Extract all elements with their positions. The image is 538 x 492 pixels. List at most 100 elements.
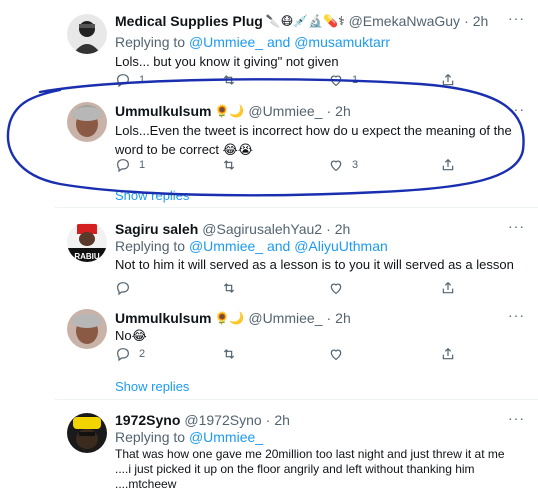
tweet-header: Medical Supplies Plug 🔪😷💉🔬💊⚕ @EmekaNwaGu…	[115, 13, 488, 29]
name-emojis: 🔪😷💉🔬💊⚕	[265, 14, 345, 28]
avatar[interactable]	[67, 309, 107, 349]
and-text: and	[266, 238, 291, 254]
retweet-button[interactable]	[221, 280, 237, 296]
display-name[interactable]: Ummulkulsum	[115, 103, 211, 119]
tweet-header: Ummulkulsum 🌻🌙 @Ummiee_ · 2h	[115, 103, 351, 119]
display-name[interactable]: Medical Supplies Plug	[115, 13, 263, 29]
replying-label: Replying to	[115, 34, 186, 50]
like-button[interactable]	[328, 280, 344, 296]
reply-button[interactable]: 1	[115, 72, 145, 88]
show-replies-link[interactable]: Show replies	[115, 188, 189, 203]
avatar-image	[67, 309, 107, 349]
avatar-image	[67, 102, 107, 142]
mention-link[interactable]: @AliyuUthman	[294, 238, 388, 254]
avatar[interactable]	[67, 102, 107, 142]
reply-count: 1	[139, 159, 146, 171]
like-button[interactable]: 3	[328, 157, 358, 173]
like-icon	[330, 75, 342, 87]
tweet-header: Ummulkulsum 🌻🌙 @Ummiee_ · 2h	[115, 310, 351, 326]
separator-dot: ·	[326, 310, 332, 326]
tweet-header: 1972Syno @1972Syno · 2h	[115, 412, 290, 428]
avatar-image	[67, 413, 107, 453]
more-icon[interactable]: ···	[508, 101, 525, 117]
mention-link[interactable]: @Ummiee_	[189, 238, 263, 254]
avatar-text: RABIU	[74, 252, 100, 261]
reply-icon	[117, 74, 129, 88]
like-icon	[330, 160, 342, 172]
avatar[interactable]	[67, 14, 107, 54]
share-icon	[442, 347, 454, 360]
replying-to: Replying to @Ummiee_ and @AliyuUthman	[115, 238, 388, 254]
share-button[interactable]	[440, 280, 456, 296]
mention-link[interactable]: @Ummiee_	[189, 34, 263, 50]
retweet-button[interactable]	[221, 72, 245, 88]
handle[interactable]: @SagirusalehYau2	[202, 221, 322, 237]
tweet-text: That was how one gave me 20million too l…	[115, 447, 525, 492]
divider	[55, 207, 538, 208]
retweet-button[interactable]	[221, 346, 237, 362]
more-icon[interactable]: ···	[508, 10, 525, 26]
reply-icon	[117, 348, 129, 362]
reply-button[interactable]: 1	[115, 157, 145, 173]
tweet-text-line: That was how one gave me 20million too l…	[115, 447, 505, 461]
avatar-image: RABIU	[67, 222, 107, 262]
and-text: and	[266, 34, 291, 50]
timestamp[interactable]: 2h	[335, 103, 351, 119]
tweet-header: Sagiru saleh @SagirusalehYau2 · 2h	[115, 221, 350, 237]
action-bar: 1 1	[115, 72, 455, 90]
retweet-button[interactable]	[221, 157, 245, 173]
separator-dot: ·	[464, 13, 469, 29]
separator-dot: ·	[265, 412, 271, 428]
mention-link[interactable]: @musamuktarr	[294, 34, 390, 50]
share-button[interactable]	[440, 157, 456, 173]
reply-button[interactable]: 2	[115, 346, 145, 362]
mention-link[interactable]: @Ummiee_	[189, 429, 263, 445]
share-icon	[442, 158, 454, 171]
more-icon[interactable]: ···	[508, 218, 525, 234]
replying-to: Replying to @Ummiee_	[115, 429, 263, 445]
retweet-icon	[223, 283, 235, 293]
timestamp[interactable]: 2h	[473, 13, 489, 29]
reply-icon	[117, 282, 129, 296]
like-icon	[330, 283, 342, 295]
name-emojis: 🌻🌙	[214, 104, 245, 118]
handle[interactable]: @Ummiee_	[248, 103, 322, 119]
reply-button[interactable]	[115, 280, 139, 296]
replying-label: Replying to	[115, 429, 186, 445]
avatar-image	[67, 14, 107, 54]
display-name[interactable]: Ummulkulsum	[115, 310, 211, 326]
tweet-text: No😂	[115, 328, 147, 343]
show-replies-link[interactable]: Show replies	[115, 379, 189, 394]
handle[interactable]: @1972Syno	[184, 412, 261, 428]
like-count: 3	[352, 159, 359, 171]
share-icon	[442, 281, 454, 294]
reply-count: 2	[139, 348, 146, 360]
like-button[interactable]	[328, 346, 344, 362]
more-icon[interactable]: ···	[508, 410, 525, 426]
handle[interactable]: @Ummiee_	[248, 310, 322, 326]
share-button[interactable]	[440, 72, 456, 88]
avatar[interactable]	[67, 413, 107, 453]
action-bar: 1 3	[115, 157, 455, 175]
tweet-text: Lols... but you know it giving" not give…	[115, 54, 339, 69]
action-bar	[115, 280, 455, 298]
reply-count: 1	[139, 74, 146, 86]
display-name[interactable]: Sagiru saleh	[115, 221, 198, 237]
tweet-text-line: ....mtcheew	[115, 477, 177, 491]
retweet-icon	[223, 75, 235, 85]
name-emojis: 🌻🌙	[214, 311, 245, 325]
tweet-text: Not to him it will served as a lesson is…	[115, 257, 514, 272]
separator-dot: ·	[326, 103, 332, 119]
timestamp[interactable]: 2h	[335, 221, 351, 237]
timestamp[interactable]: 2h	[274, 412, 290, 428]
tweet-text-line: ....i just picked it up on the floor ang…	[115, 462, 475, 476]
divider	[55, 399, 538, 400]
display-name[interactable]: 1972Syno	[115, 412, 180, 428]
handle[interactable]: @EmekaNwaGuy	[349, 13, 460, 29]
more-icon[interactable]: ···	[508, 307, 525, 323]
timestamp[interactable]: 2h	[335, 310, 351, 326]
like-count: 1	[352, 74, 359, 86]
like-button[interactable]: 1	[328, 72, 358, 88]
avatar[interactable]: RABIU	[67, 222, 107, 262]
share-button[interactable]	[440, 346, 456, 362]
